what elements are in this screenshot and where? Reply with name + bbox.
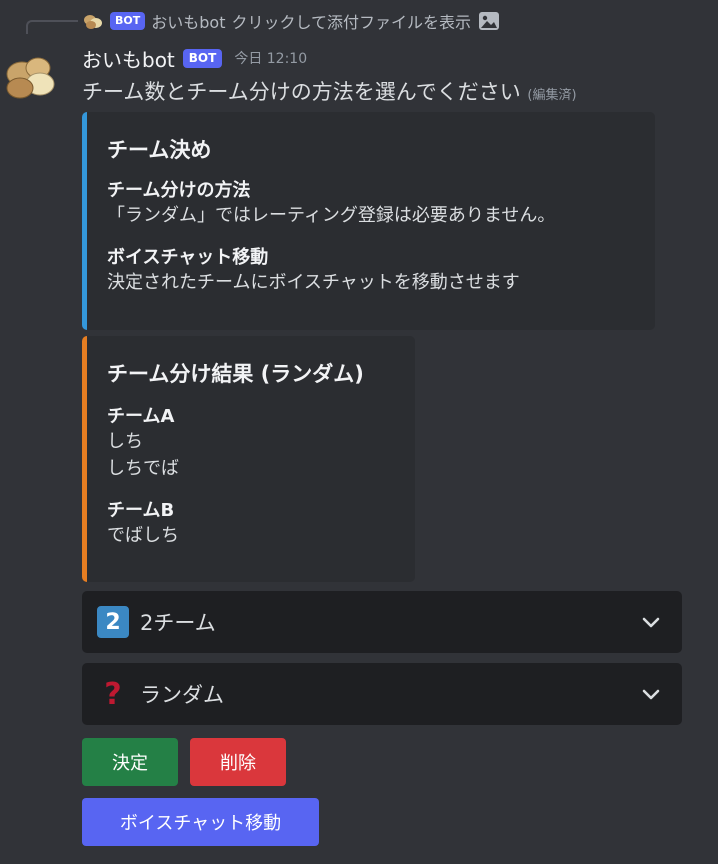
field-name-team-a: チームA <box>107 406 175 427</box>
edited-label: (編集済) <box>527 88 577 103</box>
embed-team-result: チーム分け結果 (ランダム) チームA しち しちでば チームB でばしち <box>82 336 415 582</box>
reply-spine <box>26 20 78 34</box>
embed-title: チーム決め <box>107 138 212 162</box>
delete-button[interactable]: 削除 <box>190 738 286 786</box>
keycap-two-icon: 2 <box>96 605 130 639</box>
decide-button[interactable]: 決定 <box>82 738 178 786</box>
reply-text[interactable]: クリックして添付ファイルを表示 <box>231 9 471 33</box>
discord-message-view: BOT おいもbot クリックして添付ファイルを表示 おいもbot BOT 今日… <box>0 0 718 864</box>
reply-username[interactable]: おいもbot <box>151 9 225 33</box>
team-b-member: でばしち <box>107 525 179 546</box>
red-question-mark-icon: ? <box>104 676 122 712</box>
voice-chat-move-button[interactable]: ボイスチャット移動 <box>82 798 319 846</box>
message-content: チーム数とチーム分けの方法を選んでください (編集済) <box>82 76 577 106</box>
message-text: チーム数とチーム分けの方法を選んでください <box>82 80 521 104</box>
bot-badge: BOT <box>182 48 223 68</box>
field-name-voice: ボイスチャット移動 <box>107 247 269 268</box>
chevron-down-icon <box>642 689 660 700</box>
team-method-select-value: ランダム <box>140 683 224 707</box>
team-a-member: しち <box>107 431 143 452</box>
field-name-method: チーム分けの方法 <box>107 180 251 201</box>
image-icon[interactable] <box>477 9 501 33</box>
team-count-select-value: 2チーム <box>140 611 216 635</box>
timestamp[interactable]: 今日 12:10 <box>234 48 307 68</box>
username[interactable]: おいもbot <box>82 44 175 73</box>
message-header: おいもbot BOT 今日 12:10 <box>82 43 307 73</box>
user-avatar[interactable] <box>0 46 60 106</box>
reply-avatar-icon[interactable] <box>82 10 104 32</box>
reply-reference[interactable]: BOT おいもbot クリックして添付ファイルを表示 <box>82 8 501 34</box>
team-a-member: しちでば <box>107 458 179 479</box>
field-value-voice: 決定されたチームにボイスチャットを移動させます <box>107 272 520 293</box>
embed-team-decision: チーム決め チーム分けの方法 「ランダム」ではレーティング登録は必要ありません。… <box>82 112 655 330</box>
field-name-team-b: チームB <box>107 500 175 521</box>
team-count-select[interactable]: 2 2チーム <box>82 591 682 653</box>
field-value-method: 「ランダム」ではレーティング登録は必要ありません。 <box>107 205 556 226</box>
reply-bot-badge: BOT <box>110 12 146 30</box>
embed-title: チーム分け結果 (ランダム) <box>107 362 364 386</box>
chevron-down-icon <box>642 617 660 628</box>
team-method-select[interactable]: ? ランダム <box>82 663 682 725</box>
